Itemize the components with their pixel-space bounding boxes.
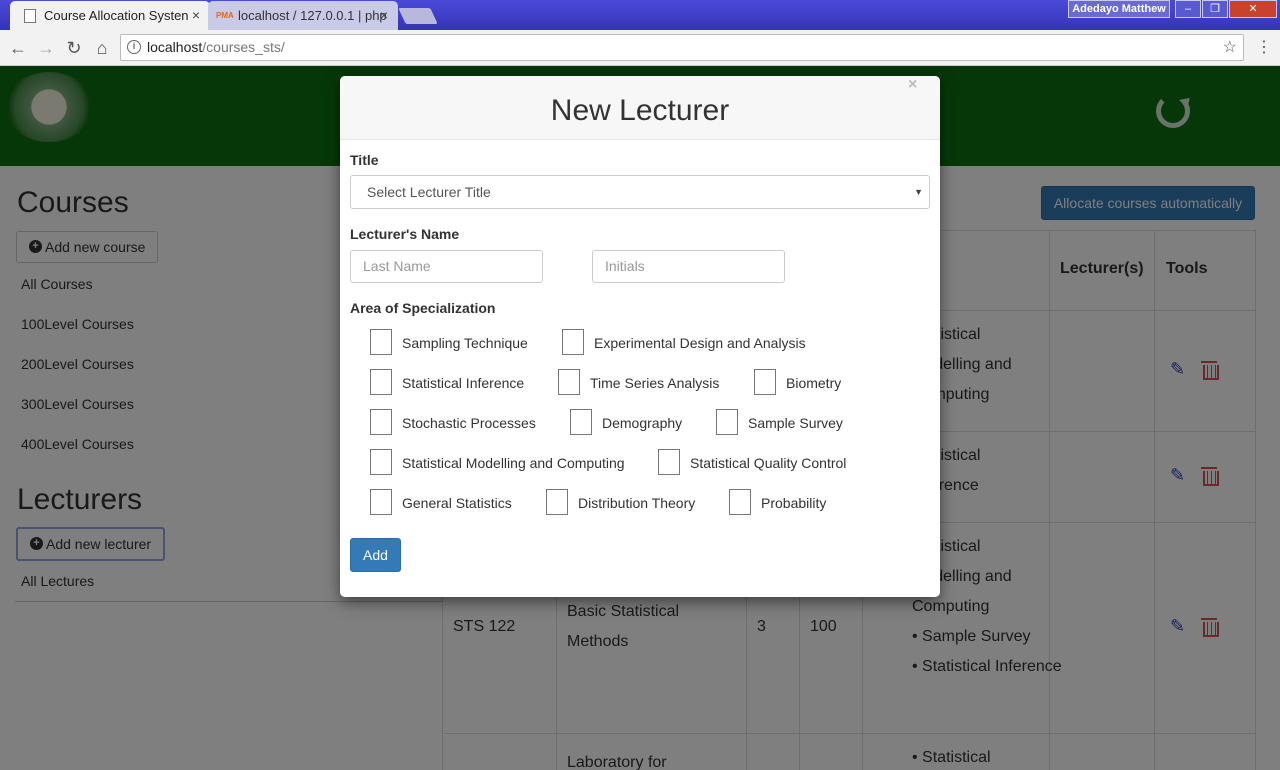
add-lecturer-submit-button[interactable]: Add — [350, 538, 401, 572]
new-lecturer-modal: New Lecturer × Title Select Lecturer Tit… — [340, 76, 940, 597]
checkbox-probability[interactable] — [729, 489, 751, 515]
checkbox-label: Distribution Theory — [578, 495, 696, 511]
modal-title: New Lecturer — [550, 94, 730, 127]
checkbox-label: Demography — [602, 415, 683, 431]
address-bar[interactable]: i localhost/courses_sts/ ☆ — [120, 34, 1244, 61]
bookmark-star-icon[interactable]: ☆ — [1223, 35, 1237, 60]
checkbox-label: Sample Survey — [748, 415, 843, 431]
new-tab-button[interactable] — [398, 8, 438, 24]
checkbox-label: Biometry — [786, 375, 842, 391]
caret-down-icon: ▼ — [914, 187, 923, 197]
page-icon — [24, 9, 36, 23]
checkbox-quality-control[interactable] — [658, 449, 680, 475]
browser-toolbar: ← → ↻ ⌂ i localhost/courses_sts/ ☆ ⋮ — [0, 30, 1280, 66]
profile-badge[interactable]: Adedayo Matthew — [1068, 0, 1170, 18]
checkbox-demography[interactable] — [570, 409, 592, 435]
home-icon[interactable]: ⌂ — [90, 36, 114, 60]
checkbox-statistical-inference[interactable] — [370, 369, 392, 395]
checkbox-time-series[interactable] — [558, 369, 580, 395]
initials-input[interactable]: Initials — [592, 250, 785, 283]
checkbox-label: Statistical Modelling and Computing — [402, 455, 625, 471]
tab-close-icon[interactable]: × — [380, 1, 388, 30]
title-label: Title — [350, 152, 379, 168]
checkbox-statistical-modelling[interactable] — [370, 449, 392, 475]
checkbox-experimental-design[interactable] — [562, 329, 584, 355]
checkbox-sampling-technique[interactable] — [370, 329, 392, 355]
modal-header: New Lecturer × — [340, 76, 940, 140]
tab-phpmyadmin[interactable]: PMA localhost / 127.0.0.1 | php × — [208, 1, 398, 30]
tab-title: localhost / 127.0.0.1 | php — [238, 8, 387, 23]
tab-course-allocation[interactable]: Course Allocation Systen × — [10, 1, 210, 30]
checkbox-label: Statistical Quality Control — [690, 455, 847, 471]
reload-icon[interactable]: ↻ — [62, 36, 86, 60]
select-value: Select Lecturer Title — [367, 184, 491, 200]
checkbox-label: General Statistics — [402, 495, 512, 511]
area-of-specialization-label: Area of Specialization — [350, 300, 496, 316]
page: Courses + Add new course All Courses 100… — [0, 66, 1280, 770]
tab-title: Course Allocation Systen — [44, 8, 189, 23]
forward-arrow-icon[interactable]: → — [34, 36, 58, 60]
checkbox-stochastic-processes[interactable] — [370, 409, 392, 435]
minimize-button[interactable]: – — [1175, 0, 1201, 18]
last-name-input[interactable]: Last Name — [350, 250, 543, 283]
checkbox-sample-survey[interactable] — [716, 409, 738, 435]
browser-menu-icon[interactable]: ⋮ — [1254, 36, 1274, 60]
url-host: localhost — [147, 39, 203, 55]
checkbox-label: Time Series Analysis — [590, 375, 720, 391]
url-path: /courses_sts/ — [202, 39, 285, 55]
maximize-button[interactable]: ❐ — [1202, 0, 1228, 18]
lecturer-name-label: Lecturer's Name — [350, 226, 460, 242]
lecturer-title-select[interactable]: Select Lecturer Title ▼ — [350, 175, 930, 209]
checkbox-label: Statistical Inference — [402, 375, 525, 391]
checkbox-label: Sampling Technique — [402, 335, 528, 351]
modal-close-icon[interactable]: × — [908, 76, 917, 94]
checkbox-biometry[interactable] — [754, 369, 776, 395]
window-close-button[interactable]: ✕ — [1229, 0, 1277, 18]
info-icon[interactable]: i — [127, 40, 141, 54]
checkbox-label: Stochastic Processes — [402, 415, 536, 431]
checkbox-label: Experimental Design and Analysis — [594, 335, 806, 351]
tab-close-icon[interactable]: × — [192, 1, 200, 30]
checkbox-distribution-theory[interactable] — [546, 489, 568, 515]
phpmyadmin-icon: PMA — [216, 11, 234, 20]
browser-titlebar: Course Allocation Systen × PMA localhost… — [0, 0, 1280, 30]
back-arrow-icon[interactable]: ← — [6, 36, 30, 60]
checkbox-label: Probability — [761, 495, 827, 511]
checkbox-general-statistics[interactable] — [370, 489, 392, 515]
